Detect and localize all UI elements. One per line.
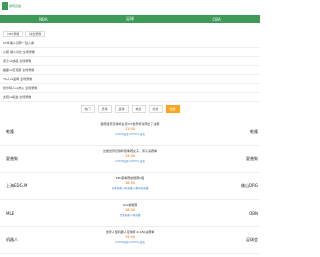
game-info: 达能世界足球杯夏季赛女子、男子决赛季 13:00 CCTV5高清 CCTV5+高… bbox=[60, 149, 200, 163]
filter-tab-football[interactable]: 足球 bbox=[97, 105, 112, 113]
away-team: 佛山DRG bbox=[241, 183, 258, 188]
filter-tab-esports[interactable]: 电竞 bbox=[131, 105, 146, 113]
away-team: 乾隆 bbox=[250, 129, 258, 134]
game-info: 世界人型机器人足球杯.R.180决赛季 19:00 CCTV5高清 CCTV5+… bbox=[60, 230, 200, 244]
filter-tab-general[interactable]: 综合 bbox=[148, 105, 163, 113]
stream-links[interactable]: 虎牙直播 斗鱼直播 企鹅电竞直播 bbox=[60, 186, 200, 190]
list-item[interactable]: 76人vs篮网 全场录像 bbox=[0, 75, 260, 84]
game-title: 达能世界足球杯夏季赛女子、男子决赛季 bbox=[102, 149, 157, 153]
game-title: LOL常规赛 bbox=[122, 203, 138, 207]
game-info: 越南世界足球杯女足0:0世界杯对阵出了决赛 11:00 CCTV5高清 CCTV… bbox=[60, 122, 200, 136]
game-title: KPL夏季赛常规赛A组 bbox=[115, 176, 145, 180]
stream-links[interactable]: CCTV5高清 CCTV5+高清 bbox=[60, 132, 200, 136]
list-item[interactable]: 05年湖人对阵一班人湖 bbox=[0, 39, 260, 48]
game-time: 18:00 bbox=[124, 208, 136, 212]
away-team: OBN bbox=[249, 210, 258, 216]
logo-mark-icon bbox=[2, 2, 8, 10]
list-item[interactable]: 凯尔特人vs热火 全场录像 bbox=[0, 84, 260, 93]
filter-tabs: 热门 足球 篮球 电竞 综合 全部 bbox=[0, 105, 260, 113]
game-title: 世界人型机器人足球杯.R.180决赛季 bbox=[105, 230, 155, 234]
filter-tab-all[interactable]: 全部 bbox=[165, 105, 180, 113]
main-nav: NBA 足球 CBA bbox=[0, 15, 260, 23]
home-team: 机器人 bbox=[6, 237, 18, 242]
nav-item-football[interactable]: 足球 bbox=[100, 16, 160, 22]
home-team: MLE bbox=[6, 210, 15, 216]
game-time: 13:00 bbox=[124, 154, 136, 158]
game-time: 11:00 bbox=[124, 127, 136, 131]
home-team: 上海EDG.M bbox=[6, 183, 28, 188]
stream-links[interactable]: 虎牙直播 斗鱼直播 bbox=[60, 213, 200, 217]
filter-tab-hot[interactable]: 热门 bbox=[80, 105, 95, 113]
nav-item-nba[interactable]: NBA bbox=[13, 17, 73, 22]
replay-list: 05年湖人对阵一班人湖 火箭 湖人对比 全场录像 勇士vs快船 全场录像 雄鹿v… bbox=[0, 39, 260, 102]
game-row[interactable]: 乾隆 越南世界足球杯女足0:0世界杯对阵出了决赛 11:00 CCTV5高清 C… bbox=[0, 119, 260, 146]
list-item[interactable]: 雄鹿vs尼克斯 全场录像 bbox=[0, 66, 260, 75]
game-info: LOL常规赛 18:00 虎牙直播 斗鱼直播 bbox=[60, 203, 200, 217]
game-title: 越南世界足球杯女足0:0世界杯对阵出了决赛 bbox=[100, 122, 160, 126]
filter-tab-basketball[interactable]: 篮球 bbox=[114, 105, 129, 113]
chip-general-replay[interactable]: 综合录像 bbox=[25, 31, 46, 37]
game-row[interactable]: 上海EDG.M KPL夏季赛常规赛A组 16:00 虎牙直播 斗鱼直播 企鹅电竞… bbox=[0, 173, 260, 200]
game-row[interactable]: MLE LOL常规赛 18:00 虎牙直播 斗鱼直播 OBN bbox=[0, 200, 260, 227]
stream-links[interactable]: CCTV5高清 CCTV5+高清 bbox=[60, 159, 200, 163]
site-logo[interactable]: 球吧直播 bbox=[2, 2, 22, 10]
chip-cba-replay[interactable]: CBA录像 bbox=[3, 31, 24, 37]
game-info: KPL夏季赛常规赛A组 16:00 虎牙直播 斗鱼直播 企鹅电竞直播 bbox=[60, 176, 200, 190]
logo-text: 球吧直播 bbox=[9, 4, 22, 8]
top-bar: 球吧直播 bbox=[0, 0, 260, 14]
home-team: 夏普狗 bbox=[6, 156, 18, 161]
list-item[interactable]: 太阳vs掘金 全场录像 bbox=[0, 93, 260, 102]
away-team: 夏普狗 bbox=[246, 156, 258, 161]
game-time: 19:00 bbox=[124, 235, 136, 239]
game-time: 16:00 bbox=[124, 181, 136, 185]
nav-item-cba[interactable]: CBA bbox=[187, 17, 247, 22]
away-team: 足球会 bbox=[246, 237, 258, 242]
game-row[interactable]: 夏普狗 达能世界足球杯夏季赛女子、男子决赛季 13:00 CCTV5高清 CCT… bbox=[0, 146, 260, 173]
list-item[interactable]: 火箭 湖人对比 全场录像 bbox=[0, 48, 260, 57]
home-team: 乾隆 bbox=[6, 129, 14, 134]
list-item[interactable]: 勇士vs快船 全场录像 bbox=[0, 57, 260, 66]
stream-links[interactable]: CCTV5高清 CCTV5+高清 bbox=[60, 240, 200, 244]
game-row[interactable]: 机器人 世界人型机器人足球杯.R.180决赛季 19:00 CCTV5高清 CC… bbox=[0, 227, 260, 254]
category-chips: CBA录像 综合录像 bbox=[3, 31, 46, 37]
